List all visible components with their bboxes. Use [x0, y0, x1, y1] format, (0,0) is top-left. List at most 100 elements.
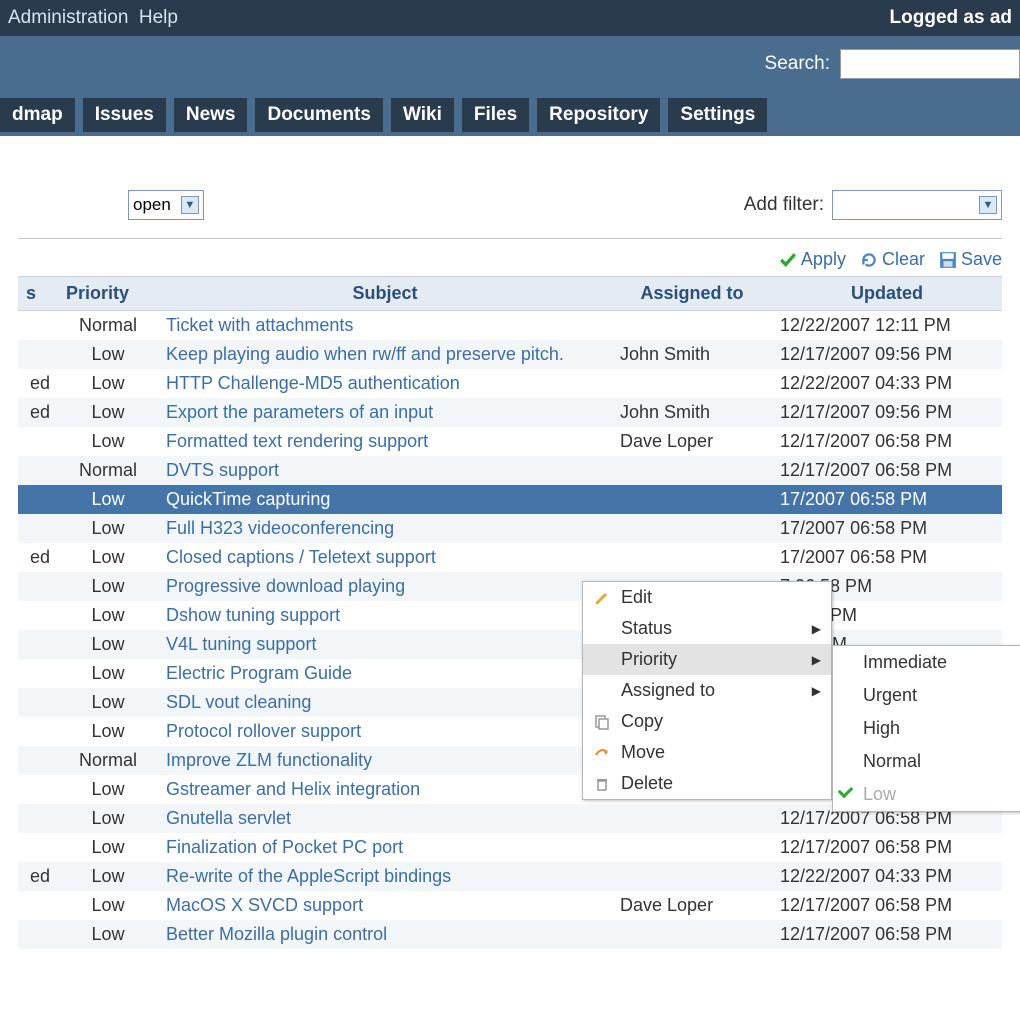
nav-administration[interactable]: Administration [8, 7, 128, 28]
cell-subject[interactable]: Finalization of Pocket PC port [158, 833, 612, 862]
table-row[interactable]: LowBetter Mozilla plugin control12/17/20… [18, 920, 1002, 949]
cell-subject[interactable]: DVTS support [158, 456, 612, 485]
ctx-status[interactable]: Status ▶ [583, 613, 831, 644]
cell-updated: 17/2007 06:58 PM [772, 485, 1002, 514]
cell-subject[interactable]: HTTP Challenge-MD5 authentication [158, 369, 612, 398]
cell-subject[interactable]: Electric Program Guide [158, 659, 612, 688]
cell-subject[interactable]: MacOS X SVCD support [158, 891, 612, 920]
ctx-move-label: Move [621, 742, 665, 763]
cell-priority: Low [58, 485, 158, 514]
tab-dmap[interactable]: dmap [0, 98, 75, 132]
cell-updated: 17/2007 06:58 PM [772, 514, 1002, 543]
col-header-subject[interactable]: Subject [158, 277, 612, 311]
ctx-delete[interactable]: Delete [583, 768, 831, 799]
tab-repository[interactable]: Repository [537, 98, 660, 132]
col-header-status[interactable]: s [18, 277, 58, 311]
cell-subject[interactable]: Gnutella servlet [158, 804, 612, 833]
table-row[interactable]: LowMacOS X SVCD supportDave Loper12/17/2… [18, 891, 1002, 920]
tab-documents[interactable]: Documents [255, 98, 382, 132]
ctx-priority[interactable]: Priority ▶ [583, 644, 831, 675]
add-filter-label: Add filter: [744, 194, 824, 216]
cell-subject[interactable]: SDL vout cleaning [158, 688, 612, 717]
cell-subject[interactable]: Dshow tuning support [158, 601, 612, 630]
table-row[interactable]: edLowRe-write of the AppleScript binding… [18, 862, 1002, 891]
chevron-down-icon: ▼ [979, 196, 997, 214]
col-header-priority[interactable]: Priority [58, 277, 158, 311]
cell-subject[interactable]: Keep playing audio when rw/ff and preser… [158, 340, 612, 369]
priority-option-urgent[interactable]: Urgent [833, 679, 1020, 712]
cell-subject[interactable]: Gstreamer and Helix integration [158, 775, 612, 804]
tab-files[interactable]: Files [462, 98, 529, 132]
cell-priority: Low [58, 833, 158, 862]
clear-button[interactable]: Clear [860, 249, 925, 270]
table-row[interactable]: edLowExport the parameters of an inputJo… [18, 398, 1002, 427]
save-button[interactable]: Save [939, 249, 1002, 270]
apply-button[interactable]: Apply [779, 249, 846, 270]
cell-priority: Low [58, 427, 158, 456]
cell-priority: Low [58, 804, 158, 833]
table-row[interactable]: LowFinalization of Pocket PC port12/17/2… [18, 833, 1002, 862]
priority-option-normal[interactable]: Normal [833, 745, 1020, 778]
table-row[interactable]: LowProgressive download playing7 06:58 P… [18, 572, 1002, 601]
cell-subject[interactable]: V4L tuning support [158, 630, 612, 659]
tab-settings[interactable]: Settings [668, 98, 767, 132]
priority-option-high[interactable]: High [833, 712, 1020, 745]
cell-status [18, 746, 58, 775]
table-row[interactable]: NormalDVTS support12/17/2007 06:58 PM [18, 456, 1002, 485]
priority-option-low[interactable]: Low [833, 778, 1020, 811]
table-row[interactable]: edLowHTTP Challenge-MD5 authentication12… [18, 369, 1002, 398]
search-input[interactable] [840, 49, 1020, 79]
ctx-assigned[interactable]: Assigned to ▶ [583, 675, 831, 706]
tab-wiki[interactable]: Wiki [391, 98, 454, 132]
status-filter-select[interactable]: open ▼ [128, 190, 204, 220]
cell-status [18, 688, 58, 717]
cell-status [18, 514, 58, 543]
nav-help[interactable]: Help [139, 7, 178, 28]
col-header-assigned[interactable]: Assigned to [612, 277, 772, 311]
cell-subject[interactable]: QuickTime capturing [158, 485, 612, 514]
cell-priority: Low [58, 775, 158, 804]
cell-priority: Low [58, 688, 158, 717]
cell-subject[interactable]: Export the parameters of an input [158, 398, 612, 427]
table-row[interactable]: LowFull H323 videoconferencing 17/2007 06… [18, 514, 1002, 543]
cell-priority: Low [58, 514, 158, 543]
cell-assigned [612, 311, 772, 341]
table-row[interactable]: LowQuickTime capturing 17/2007 06:58 PM [18, 485, 1002, 514]
cell-status [18, 572, 58, 601]
add-filter-select[interactable]: ▼ [832, 190, 1002, 220]
cell-subject[interactable]: Improve ZLM functionality [158, 746, 612, 775]
apply-label: Apply [801, 249, 846, 270]
table-row[interactable]: LowFormatted text rendering supportDave … [18, 427, 1002, 456]
cell-priority: Low [58, 920, 158, 949]
cell-updated: 12/22/2007 04:33 PM [772, 369, 1002, 398]
cell-assigned [612, 369, 772, 398]
cell-subject[interactable]: Full H323 videoconferencing [158, 514, 612, 543]
ctx-edit[interactable]: Edit [583, 582, 831, 613]
cell-subject[interactable]: Protocol rollover support [158, 717, 612, 746]
cell-status: ed [18, 398, 58, 427]
tab-issues[interactable]: Issues [83, 98, 166, 132]
tab-news[interactable]: News [174, 98, 248, 132]
trash-icon [593, 776, 611, 792]
cell-subject[interactable]: Re-write of the AppleScript bindings [158, 862, 612, 891]
cell-subject[interactable]: Better Mozilla plugin control [158, 920, 612, 949]
cell-updated: 17/2007 06:58 PM [772, 543, 1002, 572]
cell-subject[interactable]: Closed captions / Teletext support [158, 543, 612, 572]
table-row[interactable]: NormalTicket with attachments12/22/2007 … [18, 311, 1002, 341]
table-row[interactable]: edLowClosed captions / Teletext support1… [18, 543, 1002, 572]
copy-icon [593, 714, 611, 730]
table-row[interactable]: LowDshow tuning support06:58 PM [18, 601, 1002, 630]
ctx-copy[interactable]: Copy [583, 706, 831, 737]
table-row[interactable]: LowKeep playing audio when rw/ff and pre… [18, 340, 1002, 369]
cell-subject[interactable]: Ticket with attachments [158, 311, 612, 341]
priority-option-immediate[interactable]: Immediate [833, 646, 1020, 679]
cell-assigned: Dave Loper [612, 891, 772, 920]
ctx-move[interactable]: Move [583, 737, 831, 768]
cell-subject[interactable]: Progressive download playing [158, 572, 612, 601]
cell-priority: Low [58, 862, 158, 891]
search-label: Search: [765, 53, 830, 75]
cell-priority: Low [58, 630, 158, 659]
cell-subject[interactable]: Formatted text rendering support [158, 427, 612, 456]
col-header-updated[interactable]: Updated [772, 277, 1002, 311]
ctx-assigned-label: Assigned to [621, 680, 715, 701]
